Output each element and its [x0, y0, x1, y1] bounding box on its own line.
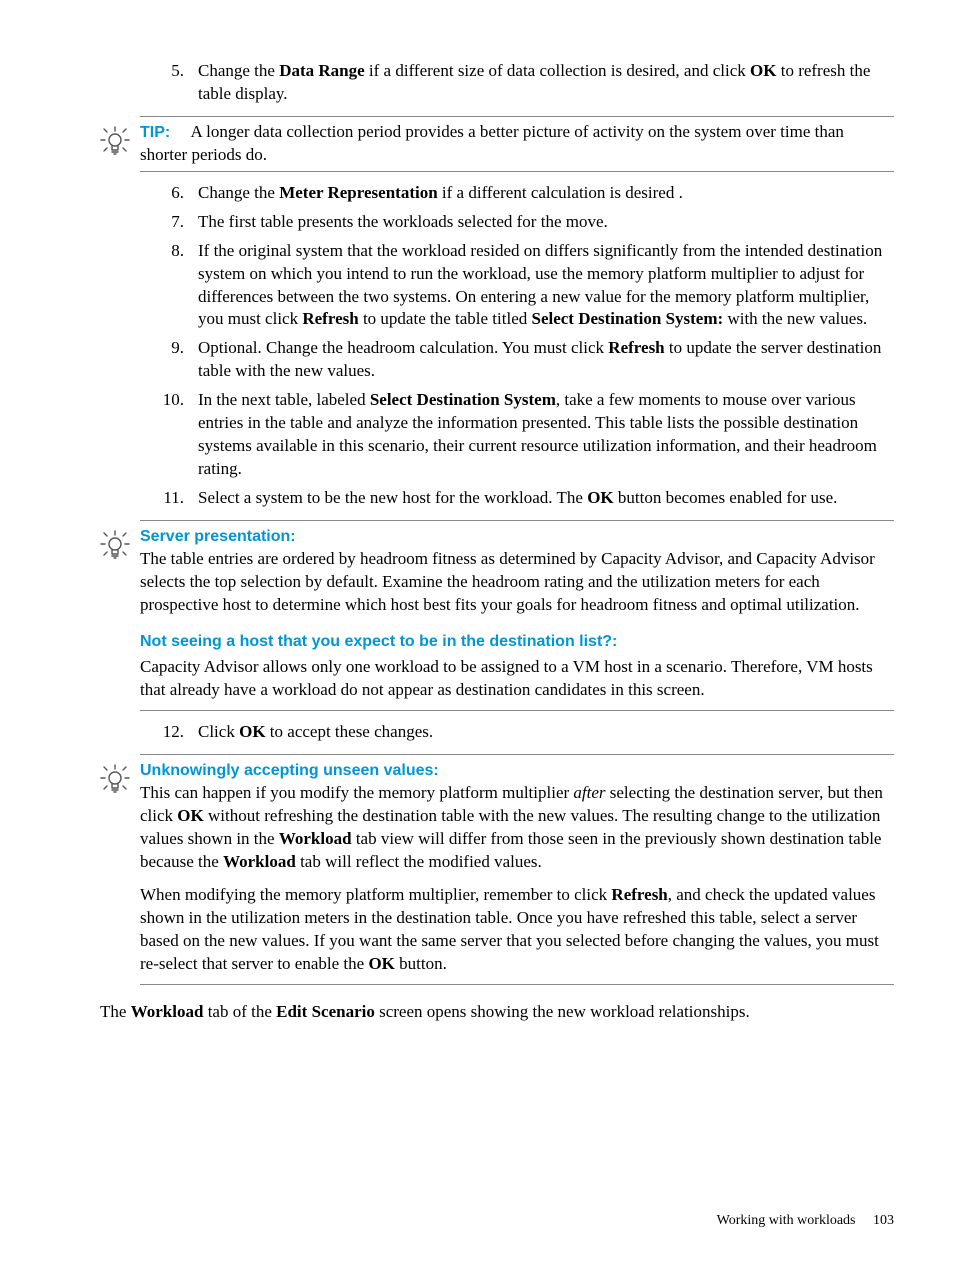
step-text: Select a system to be the new host for t… — [198, 487, 894, 510]
divider — [140, 171, 894, 172]
step-number: 9. — [140, 337, 198, 383]
footer-page-number: 103 — [873, 1212, 894, 1231]
ordered-steps-a: 5. Change the Data Range if a different … — [140, 60, 894, 106]
step-number: 5. — [140, 60, 198, 106]
step-number: 10. — [140, 389, 198, 481]
step-text: Optional. Change the headroom calculatio… — [198, 337, 894, 383]
step-number: 6. — [140, 182, 198, 205]
step-item: 7. The first table presents the workload… — [140, 211, 894, 234]
footer-section: Working with workloads — [717, 1213, 856, 1228]
tip-bulb-icon — [100, 761, 132, 802]
step-text: In the next table, labeled Select Destin… — [198, 389, 894, 481]
tip-body: The table entries are ordered by headroo… — [140, 548, 894, 617]
tip-block: TIP: A longer data collection period pro… — [140, 116, 894, 172]
divider — [140, 116, 894, 117]
tip-label: Server presentation: — [140, 528, 296, 545]
step-item: 8. If the original system that the workl… — [140, 240, 894, 332]
tip-body: When modifying the memory platform multi… — [140, 884, 894, 976]
tip-body: This can happen if you modify the memory… — [140, 782, 894, 874]
ordered-steps-c: 12. Click OK to accept these changes. — [140, 721, 894, 744]
step-item: 6. Change the Meter Representation if a … — [140, 182, 894, 205]
step-text: If the original system that the workload… — [198, 240, 894, 332]
step-number: 11. — [140, 487, 198, 510]
step-number: 8. — [140, 240, 198, 332]
step-item: 10. In the next table, labeled Select De… — [140, 389, 894, 481]
divider — [140, 520, 894, 521]
step-text: The first table presents the workloads s… — [198, 211, 894, 234]
ordered-steps-b: 6. Change the Meter Representation if a … — [140, 182, 894, 510]
tip-text: A longer data collection period provides… — [140, 122, 844, 164]
step-text: Click OK to accept these changes. — [198, 721, 894, 744]
step-item: 5. Change the Data Range if a different … — [140, 60, 894, 106]
page: 5. Change the Data Range if a different … — [0, 0, 954, 1271]
tip-label: Unknowingly accepting unseen values: — [140, 762, 439, 779]
tip-sub-label: Not seeing a host that you expect to be … — [140, 631, 894, 653]
step-number: 12. — [140, 721, 198, 744]
step-number: 7. — [140, 211, 198, 234]
tip-block-unknowingly: Unknowingly accepting unseen values: Thi… — [140, 754, 894, 984]
step-item: 9. Optional. Change the headroom calcula… — [140, 337, 894, 383]
step-text: Change the Data Range if a different siz… — [198, 60, 894, 106]
divider — [140, 984, 894, 985]
tip-body: Capacity Advisor allows only one workloa… — [140, 656, 894, 702]
tip-block-server-presentation: Server presentation: The table entries a… — [140, 520, 894, 711]
divider — [140, 710, 894, 711]
tip-bulb-icon — [100, 527, 132, 568]
step-item: 11. Select a system to be the new host f… — [140, 487, 894, 510]
step-text: Change the Meter Representation if a dif… — [198, 182, 894, 205]
divider — [140, 754, 894, 755]
tip-bulb-icon — [100, 123, 132, 164]
tip-label: TIP: — [140, 124, 170, 141]
step-item: 12. Click OK to accept these changes. — [140, 721, 894, 744]
page-footer: Working with workloads 103 — [717, 1212, 894, 1231]
closing-text: The Workload tab of the Edit Scenario sc… — [100, 1001, 894, 1024]
